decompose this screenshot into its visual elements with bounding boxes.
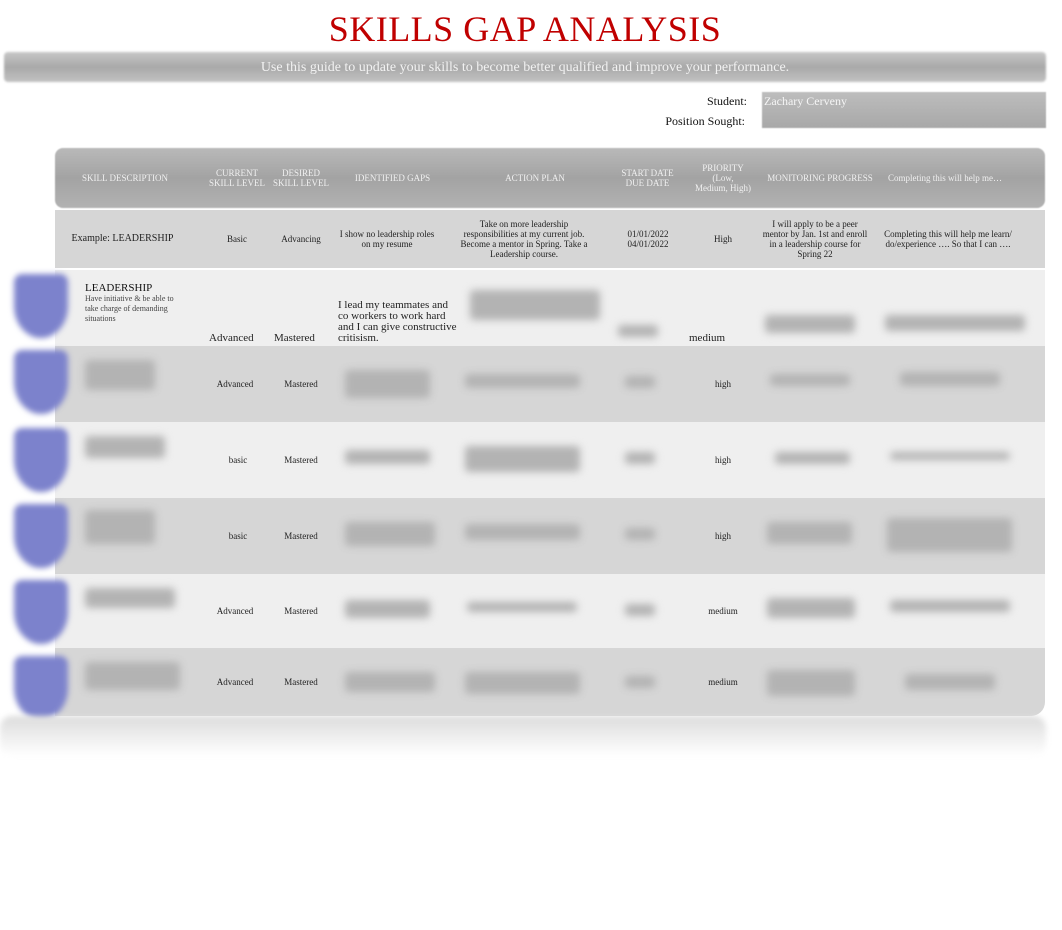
- page-title: SKILLS GAP ANALYSIS: [328, 9, 722, 49]
- col-monitoring: MONITORING PROGRESS: [767, 173, 873, 183]
- gaps-field[interactable]: [345, 522, 435, 546]
- priority-field[interactable]: medium: [695, 648, 751, 716]
- monitoring-field[interactable]: [770, 374, 850, 386]
- action-plan-field[interactable]: [465, 524, 580, 540]
- shield-icon: [14, 350, 68, 414]
- col-skill-description: SKILL DESCRIPTION: [82, 173, 168, 183]
- skill-cell: [85, 360, 155, 390]
- gaps-field[interactable]: [345, 600, 430, 618]
- dates-field[interactable]: [625, 676, 655, 688]
- current-skill-field[interactable]: Advanced: [209, 332, 254, 344]
- gaps-field[interactable]: I lead my teammates and co workers to wo…: [338, 300, 460, 344]
- table-row: basic Mastered high: [55, 498, 1045, 574]
- position-label: Position Sought:: [665, 114, 745, 128]
- skill-desc: Have initiative & be able to take charge…: [85, 294, 174, 323]
- priority-field[interactable]: medium: [689, 332, 725, 344]
- example-completing: Completing this will help me learn/ do/e…: [884, 229, 1012, 249]
- dates-field[interactable]: [625, 376, 655, 388]
- action-plan-field[interactable]: [465, 446, 580, 472]
- example-desired: Advancing: [281, 234, 321, 244]
- example-monitoring: I will apply to be a peer mentor by Jan.…: [762, 219, 868, 259]
- gaps-field[interactable]: [345, 672, 435, 692]
- dates-field[interactable]: [625, 452, 655, 464]
- example-current: Basic: [227, 234, 247, 244]
- shield-icon: [14, 274, 68, 338]
- desired-skill-field[interactable]: Mastered: [271, 574, 331, 648]
- skill-title: LEADERSHIP: [85, 282, 153, 294]
- table-row: Advanced Mastered medium: [55, 648, 1045, 716]
- priority-field[interactable]: high: [695, 498, 751, 574]
- desired-skill-field[interactable]: Mastered: [274, 332, 315, 344]
- desired-skill-field[interactable]: Mastered: [271, 648, 331, 716]
- col-desired-skill: DESIRED SKILL LEVEL: [273, 168, 329, 188]
- current-skill-field[interactable]: Advanced: [205, 574, 265, 648]
- col-current-skill: CURRENT SKILL LEVEL: [209, 168, 265, 188]
- dates-field[interactable]: [625, 604, 655, 616]
- shield-icon: [14, 428, 68, 492]
- dates-field[interactable]: [625, 528, 655, 540]
- desired-skill-field[interactable]: Mastered: [271, 498, 331, 574]
- skill-cell: [85, 436, 165, 458]
- skill-cell: [85, 662, 180, 690]
- desired-skill-field[interactable]: Mastered: [271, 422, 331, 498]
- example-action: Take on more leadership responsibilities…: [460, 219, 588, 259]
- example-gaps: I show no leadership roles on my resume: [339, 229, 435, 249]
- skill-cell: [85, 588, 175, 608]
- monitoring-field[interactable]: [767, 670, 855, 696]
- table-row: Advanced Mastered high: [55, 346, 1045, 422]
- completing-field[interactable]: [887, 518, 1012, 552]
- current-skill-field[interactable]: basic: [210, 498, 266, 574]
- example-row: Example: LEADERSHIP Basic Advancing I sh…: [55, 210, 1045, 268]
- position-field[interactable]: [764, 114, 1044, 128]
- monitoring-field[interactable]: [775, 452, 850, 464]
- gaps-field[interactable]: [345, 370, 430, 398]
- student-label: Student:: [706, 94, 747, 108]
- action-plan-field[interactable]: [470, 290, 600, 320]
- example-dates: 01/01/2022 04/01/2022: [627, 229, 669, 249]
- col-identified-gaps: IDENTIFIED GAPS: [354, 173, 431, 183]
- completing-field[interactable]: [890, 452, 1010, 460]
- action-plan-field[interactable]: [467, 602, 577, 612]
- current-skill-field[interactable]: Advanced: [205, 346, 265, 422]
- col-completing: Completing this will help me…: [888, 173, 1002, 183]
- skill-cell: LEADERSHIP Have initiative & be able to …: [85, 282, 185, 324]
- monitoring-field[interactable]: [767, 598, 855, 618]
- example-priority: High: [714, 234, 732, 244]
- col-action-plan: ACTION PLAN: [505, 173, 565, 183]
- shield-icon: [14, 504, 68, 568]
- table-reflection: [0, 716, 1046, 756]
- completing-field[interactable]: [890, 600, 1010, 612]
- current-skill-field[interactable]: basic: [210, 422, 266, 498]
- page-subtitle: Use this guide to update your skills to …: [260, 60, 790, 75]
- shield-icon: [14, 656, 68, 720]
- gaps-field[interactable]: [345, 450, 430, 464]
- action-plan-field[interactable]: [465, 672, 580, 694]
- table-row: basic Mastered high: [55, 422, 1045, 498]
- table-row: LEADERSHIP Have initiative & be able to …: [55, 270, 1045, 346]
- example-skill: Example: LEADERSHIP: [71, 233, 174, 244]
- priority-field[interactable]: medium: [695, 574, 751, 648]
- col-priority: PRIORITY (Low, Medium, High): [695, 163, 751, 193]
- action-plan-field[interactable]: [465, 374, 580, 388]
- table-row: Advanced Mastered medium: [55, 574, 1045, 648]
- monitoring-field[interactable]: [765, 315, 855, 333]
- desired-skill-field[interactable]: Mastered: [271, 346, 331, 422]
- priority-field[interactable]: high: [695, 346, 751, 422]
- shield-icon: [14, 580, 68, 644]
- current-skill-field[interactable]: Advanced: [205, 648, 265, 716]
- dates-field[interactable]: [618, 325, 658, 337]
- completing-field[interactable]: [905, 674, 995, 690]
- completing-field[interactable]: [900, 372, 1000, 386]
- completing-field[interactable]: [885, 315, 1025, 331]
- monitoring-field[interactable]: [767, 522, 852, 544]
- priority-field[interactable]: high: [695, 422, 751, 498]
- student-field[interactable]: Zachary Cerveny: [764, 94, 847, 109]
- skill-cell: [85, 510, 155, 544]
- col-dates: START DATE DUE DATE: [621, 168, 674, 188]
